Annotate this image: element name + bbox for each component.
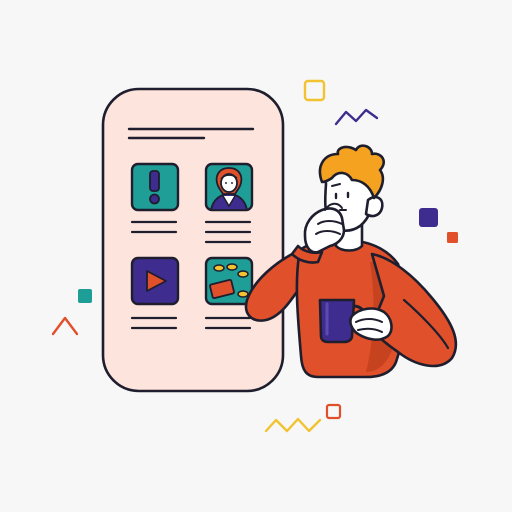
video-tile[interactable]: [130, 256, 180, 306]
app-card: [101, 87, 285, 393]
illustration-svg: [51, 79, 458, 433]
teal-square: [78, 289, 92, 303]
app-card-body: [101, 87, 285, 393]
profile-tile[interactable]: [204, 162, 254, 212]
ear: [364, 195, 384, 218]
orange-square-outline: [325, 403, 342, 420]
alert-tile[interactable]: [130, 162, 180, 212]
purple-square: [419, 208, 438, 227]
purple-zigzag: [334, 108, 379, 126]
orange-caret: [51, 316, 79, 336]
illustration-canvas: [0, 0, 512, 512]
exclamation-icon: [149, 170, 160, 205]
orange-small-square: [447, 232, 458, 243]
money-tile[interactable]: [204, 256, 254, 306]
yellow-zigzag: [264, 417, 322, 433]
yellow-square-outline: [303, 79, 326, 102]
